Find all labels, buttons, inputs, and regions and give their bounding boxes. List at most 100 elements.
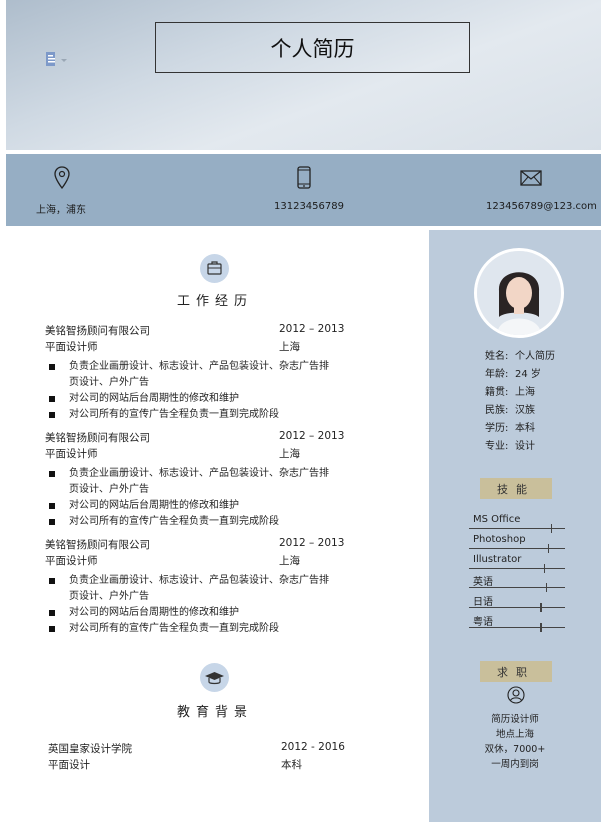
work-entry: 美铭智扬顾问有限公司 2012 – 2013 平面设计师 上海 负责企业画册设计、标… [45,430,375,530]
duty-item: 对公司所有的宣传广告全程负责一直到完成阶段 [45,514,329,530]
job-line: 地点上海 [495,729,534,740]
mail-icon [520,170,542,186]
contact-phone: 13123456789 [272,154,352,226]
location-pin-icon [54,166,70,190]
work-section-title: 工作经历 [177,294,254,309]
skill-track [469,587,565,588]
contact-phone-text: 13123456789 [274,201,344,212]
briefcase-icon [200,254,229,283]
work-period: 2012 – 2013 [279,537,345,549]
job-tag: 求职 [480,661,552,682]
job-line: 一周内到岗 [491,759,539,770]
skill-level-marker [540,603,542,612]
duty-item: 对公司的网站后台周期性的修改和维护 [45,605,329,621]
profile-key: 姓名: [485,351,509,362]
profile-value: 24 岁 [515,369,541,380]
degree: 本科 [281,759,302,771]
job-line: 双休，7000+ [484,744,546,755]
duty-list: 负责企业画册设计、标志设计、产品包装设计、杂志广告排页设计、户外广告 对公司的网… [45,573,375,637]
sidebar: 姓名: 个人简历 年龄: 24 岁 籍贯: 上海 民族: 汉族 学历: 本科 专业: 设计 … [429,230,601,822]
company-name: 美铭智扬顾问有限公司 [45,432,150,444]
school-name: 英国皇家设计学院 [48,743,132,755]
profile-row: 年龄: 24 岁 [485,366,555,384]
profile-value: 设计 [515,441,535,452]
education-entry: 英国皇家设计学院 2012 - 2016 平面设计 本科 [48,741,378,773]
work-city: 上海 [279,448,300,460]
duty-item: 对公司所有的宣传广告全程负责一直到完成阶段 [45,407,329,423]
header-banner: 个人简历 [6,0,601,150]
skill-label: Illustrator [473,554,522,565]
duty-list: 负责企业画册设计、标志设计、产品包装设计、杂志广告排页设计、户外广告 对公司的网… [45,466,375,530]
skill-level-marker [550,524,553,533]
job-preferences: 简历设计师 地点上海 双休，7000+ 一周内到岗 [429,712,601,772]
duty-item: 负责企业画册设计、标志设计、产品包装设计、杂志广告排页设计、户外广告 [45,466,329,498]
skill-row: Photoshop [469,533,565,553]
skill-label: 日语 [473,597,493,608]
profile-value: 汉族 [515,405,535,416]
skills-tag: 技能 [480,478,552,499]
user-icon [507,686,525,704]
major: 平面设计 [48,759,90,771]
skill-track [469,568,565,569]
duty-item: 对公司所有的宣传广告全程负责一直到完成阶段 [45,621,329,637]
profile-key: 民族: [485,405,509,416]
work-period: 2012 – 2013 [279,430,345,442]
profile-key: 学历: [485,423,509,434]
profile-row: 专业: 设计 [485,438,555,456]
duty-item: 对公司的网站后台周期性的修改和维护 [45,498,329,514]
duty-list: 负责企业画册设计、标志设计、产品包装设计、杂志广告排页设计、户外广告 对公司的网… [45,359,375,423]
skill-track [469,548,565,549]
skill-label: Photoshop [473,534,526,545]
skill-row: MS Office [469,513,565,533]
contact-location: 上海，浦东 [33,154,113,226]
skill-row: 日语 [469,592,565,612]
skill-row: 粤语 [469,612,565,632]
profile-row: 籍贯: 上海 [485,384,555,402]
profile-key: 专业: [485,441,509,452]
profile-row: 学历: 本科 [485,420,555,438]
profile-key: 年龄: [485,369,509,380]
job-line: 简历设计师 [491,714,539,725]
contact-band: 上海，浦东 13123456789 123456789@123.com [6,154,601,226]
profile-row: 民族: 汉族 [485,402,555,420]
job-role: 平面设计师 [45,341,98,353]
skill-track [469,627,565,628]
contact-location-text: 上海，浦东 [36,205,86,216]
skill-label: 英语 [473,577,493,588]
profile-photo [474,248,564,338]
duty-item: 负责企业画册设计、标志设计、产品包装设计、杂志广告排页设计、户外广告 [45,573,329,605]
duty-item: 对公司的网站后台周期性的修改和维护 [45,391,329,407]
skill-label: MS Office [473,514,521,525]
skill-row: Illustrator [469,553,565,573]
document-icon[interactable] [46,52,68,68]
work-city: 上海 [279,341,300,353]
skill-level-marker [540,623,542,632]
profile-value: 上海 [515,387,535,398]
profile-value: 个人简历 [515,351,555,362]
profile-info: 姓名: 个人简历 年龄: 24 岁 籍贯: 上海 民族: 汉族 学历: 本科 专业: 设计 [485,348,555,456]
skill-track [469,607,565,608]
phone-icon [297,166,311,189]
profile-row: 姓名: 个人简历 [485,348,555,366]
skill-row: 英语 [469,572,565,592]
profile-key: 籍贯: [485,387,509,398]
company-name: 美铭智扬顾问有限公司 [45,539,150,551]
contact-mail: 123456789@123.com [482,154,597,226]
graduation-cap-icon [200,663,229,692]
skill-level-marker [547,544,550,553]
education-period: 2012 - 2016 [281,741,345,753]
education-section-title: 教育背景 [177,705,254,720]
work-entry: 美铭智扬顾问有限公司 2012 – 2013 平面设计师 上海 负责企业画册设计、标… [45,323,375,423]
profile-value: 本科 [515,423,535,434]
duty-item: 负责企业画册设计、标志设计、产品包装设计、杂志广告排页设计、户外广告 [45,359,329,391]
contact-mail-text: 123456789@123.com [486,201,597,212]
job-role: 平面设计师 [45,555,98,567]
work-city: 上海 [279,555,300,567]
skill-level-marker [545,583,548,592]
job-role: 平面设计师 [45,448,98,460]
skill-label: 粤语 [473,617,493,628]
work-entry: 美铭智扬顾问有限公司 2012 – 2013 平面设计师 上海 负责企业画册设计、标… [45,537,375,637]
page-title: 个人简历 [155,22,470,73]
work-period: 2012 – 2013 [279,323,345,335]
company-name: 美铭智扬顾问有限公司 [45,325,150,337]
